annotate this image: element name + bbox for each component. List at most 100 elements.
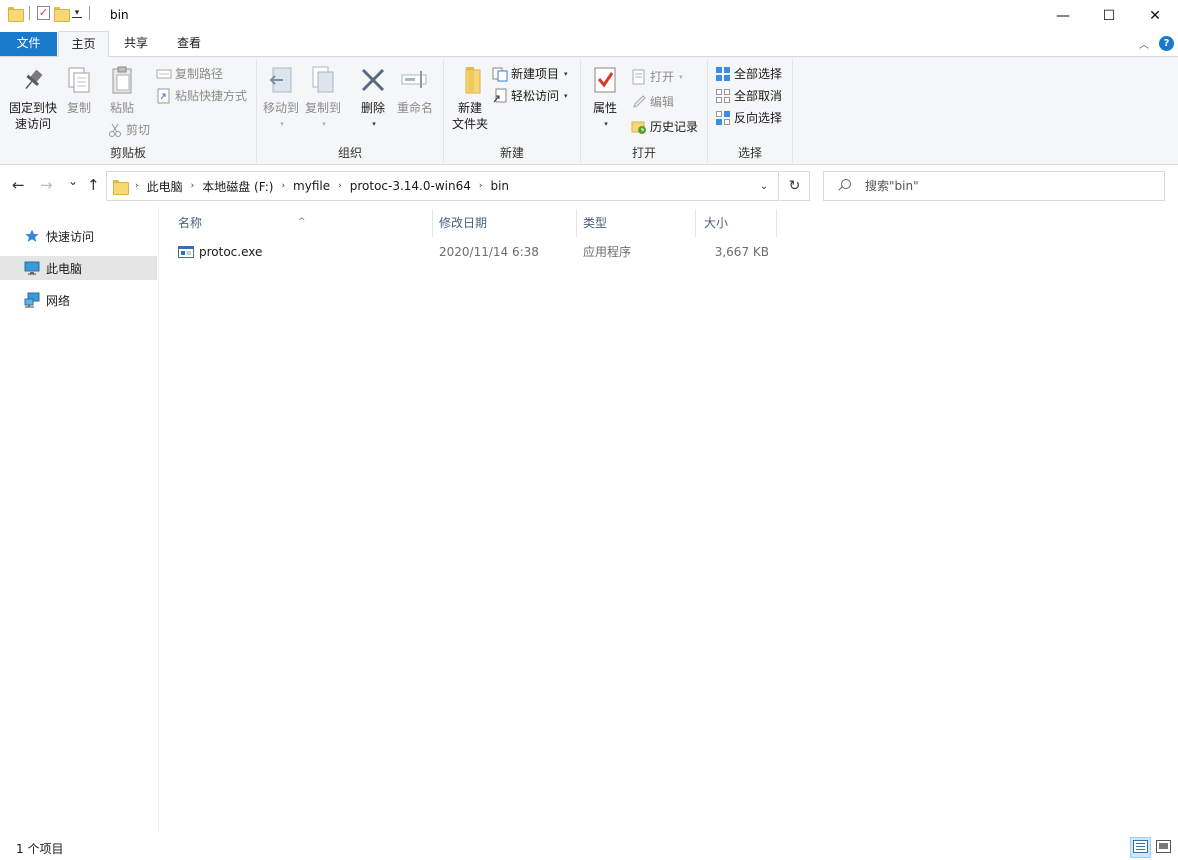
navigation-pane: 快速访问 此电脑 网络 (0, 207, 159, 832)
title-bar: ✓ ▾ bin — ☐ ✕ (0, 0, 1178, 31)
paste-shortcut-icon (156, 88, 172, 104)
up-button[interactable]: ↑ (87, 176, 100, 194)
easy-access-dropdown-icon: ▾ (564, 92, 568, 100)
forward-button[interactable]: → (40, 176, 53, 194)
tab-share[interactable]: 共享 (113, 31, 159, 57)
delete-dropdown-icon: ▾ (372, 120, 376, 128)
nav-item-quick-access[interactable]: 快速访问 (0, 224, 157, 248)
edit-button[interactable]: 编辑 (631, 94, 674, 110)
column-header-size-label: 大小 (704, 216, 729, 230)
group-label-select: 选择 (737, 146, 762, 160)
paste-shortcut-button[interactable]: 粘贴快捷方式 (156, 88, 247, 104)
breadcrumb-separator[interactable]: › (477, 181, 485, 191)
breadcrumb-local-disk[interactable]: 本地磁盘 (F:) (196, 178, 279, 195)
refresh-button[interactable]: ↻ (780, 171, 810, 201)
nav-label-quick-access: 快速访问 (46, 229, 95, 244)
search-icon (837, 179, 851, 193)
properties-dropdown-icon: ▾ (604, 120, 608, 128)
move-to-button[interactable]: 移动到 ▾ (261, 64, 301, 132)
column-header-size[interactable]: 大小 (697, 209, 777, 237)
folder-icon (8, 6, 24, 22)
paste-button[interactable]: 粘贴 (104, 64, 140, 116)
search-input[interactable] (865, 179, 1145, 193)
large-icons-view-button[interactable] (1153, 837, 1174, 858)
window-title: bin (110, 8, 129, 22)
copy-to-icon (307, 64, 339, 96)
pin-quick-access-button[interactable]: 固定到快 速访问 (6, 64, 60, 132)
invert-selection-button[interactable]: 反向选择 (715, 110, 782, 126)
folder-icon (113, 179, 129, 195)
item-count: 1 个项目 (16, 842, 64, 856)
nav-item-network[interactable]: 网络 (0, 288, 157, 312)
file-name: protoc.exe (199, 245, 263, 259)
breadcrumb-protoc[interactable]: protoc-3.14.0-win64 (344, 179, 477, 193)
column-header-modified[interactable]: 修改日期 (434, 209, 577, 237)
new-folder-qat-icon[interactable] (54, 6, 70, 22)
copy-path-button[interactable]: 复制路径 (156, 66, 223, 82)
minimize-button[interactable]: — (1040, 0, 1086, 31)
column-header-name[interactable]: 名称 ^ (160, 209, 433, 237)
tab-home[interactable]: 主页 (58, 31, 109, 58)
address-history-dropdown-icon[interactable]: ⌄ (750, 172, 778, 200)
properties-button[interactable]: 属性 ▾ (587, 64, 623, 132)
breadcrumb-separator[interactable]: › (189, 181, 197, 191)
properties-qat-icon[interactable]: ✓ (37, 6, 50, 20)
cut-button[interactable]: 剪切 (107, 122, 150, 138)
breadcrumb-myfile[interactable]: myfile (287, 179, 336, 193)
group-clipboard: 固定到快 速访问 复制 粘贴 复制路径 粘贴快捷方式 剪切 剪贴板 (0, 60, 257, 163)
breadcrumb-this-pc[interactable]: 此电脑 (141, 178, 189, 195)
nav-label-network: 网络 (46, 293, 71, 308)
open-button[interactable]: 打开 ▾ (631, 69, 683, 85)
search-box[interactable] (823, 171, 1165, 201)
large-icons-view-icon (1156, 839, 1171, 856)
customize-qat-dropdown-icon[interactable]: ▾ (72, 8, 82, 18)
divider (29, 6, 30, 20)
table-row[interactable]: protoc.exe 2020/11/14 6:38 应用程序 3,667 KB (172, 240, 777, 264)
new-folder-button[interactable]: 新建 文件夹 (448, 64, 492, 132)
file-modified: 2020/11/14 6:38 (439, 245, 539, 259)
column-header-type[interactable]: 类型 (578, 209, 696, 237)
navigation-bar: ← → ⌄ ↑ › 此电脑 › 本地磁盘 (F:) › myfile › pro… (0, 165, 1178, 207)
collapse-ribbon-icon[interactable]: ︿ (1139, 36, 1149, 51)
address-bar[interactable]: › 此电脑 › 本地磁盘 (F:) › myfile › protoc-3.14… (106, 171, 779, 201)
select-none-button[interactable]: 全部取消 (715, 88, 782, 104)
breadcrumb-separator[interactable]: › (336, 181, 344, 191)
select-all-label: 全部选择 (734, 67, 783, 81)
back-button[interactable]: ← (12, 176, 25, 194)
copy-to-label: 复制到 (304, 101, 341, 115)
history-button[interactable]: 历史记录 (631, 119, 698, 135)
nav-item-this-pc[interactable]: 此电脑 (0, 256, 157, 280)
breadcrumb-separator[interactable]: › (133, 181, 141, 191)
new-item-button[interactable]: 新建项目 ▾ (492, 66, 568, 82)
help-icon[interactable]: ? (1159, 36, 1174, 51)
move-to-icon (265, 64, 297, 96)
paste-shortcut-label: 粘贴快捷方式 (175, 89, 248, 103)
group-label-new: 新建 (499, 146, 524, 160)
group-label-open: 打开 (631, 146, 656, 160)
close-button[interactable]: ✕ (1132, 0, 1178, 31)
paste-label: 粘贴 (109, 101, 134, 115)
copy-to-dropdown-icon: ▾ (322, 120, 326, 128)
delete-button[interactable]: 删除 ▾ (355, 64, 391, 132)
move-to-dropdown-icon: ▾ (280, 120, 284, 128)
tab-file[interactable]: 文件 (0, 32, 57, 56)
rename-button[interactable]: 重命名 (395, 64, 435, 116)
maximize-button[interactable]: ☐ (1086, 0, 1132, 31)
breadcrumb-bin[interactable]: bin (484, 179, 515, 193)
easy-access-button[interactable]: 轻松访问 ▾ (492, 88, 568, 104)
copy-to-button[interactable]: 复制到 ▾ (303, 64, 343, 132)
new-folder-label-line1: 新建 (457, 101, 482, 115)
new-folder-icon (454, 64, 486, 96)
properties-icon (589, 64, 621, 96)
details-view-button[interactable] (1130, 837, 1151, 858)
select-all-button[interactable]: 全部选择 (715, 66, 782, 82)
select-none-label: 全部取消 (734, 89, 783, 103)
breadcrumb-separator[interactable]: › (279, 181, 287, 191)
ribbon-right-controls: ︿ ? (1139, 36, 1174, 51)
application-exe-icon (178, 244, 194, 260)
recent-locations-button[interactable]: ⌄ (68, 174, 78, 188)
quick-access-toolbar: ✓ ▾ (8, 6, 93, 22)
tab-view[interactable]: 查看 (165, 31, 213, 57)
copy-button[interactable]: 复制 (62, 64, 96, 116)
divider (89, 6, 90, 20)
